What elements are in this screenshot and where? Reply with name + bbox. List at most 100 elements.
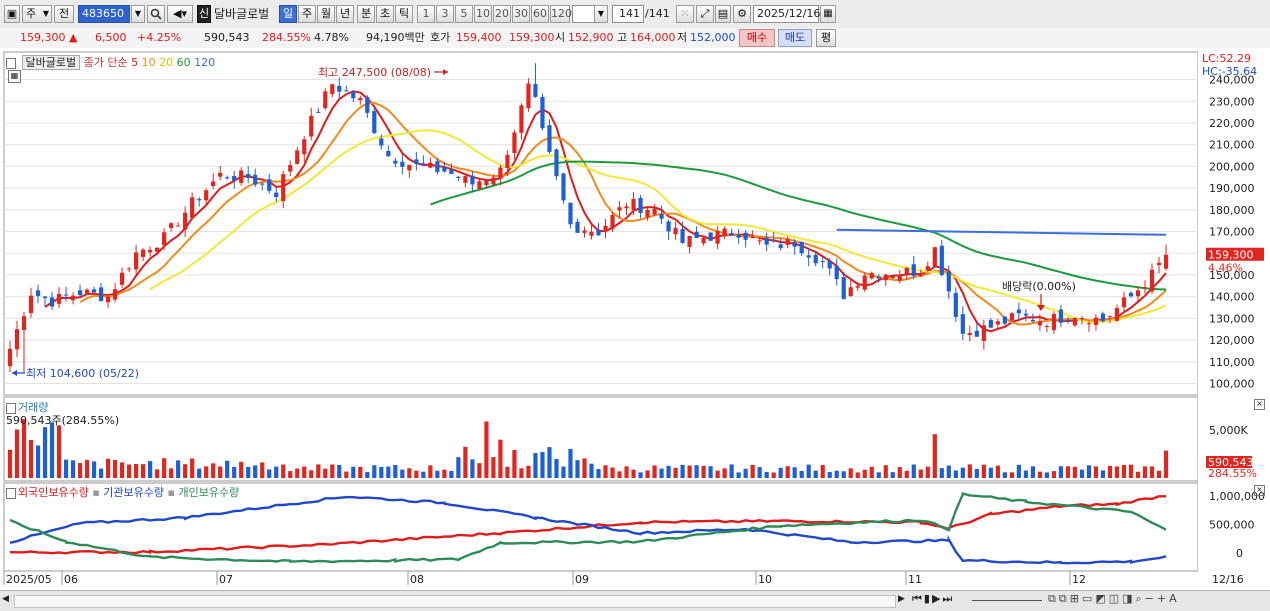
tab-minute[interactable]: 분 <box>357 5 375 23</box>
volume-bar <box>211 463 216 478</box>
grid-icon[interactable]: ⁙ <box>676 5 694 23</box>
ma10-legend[interactable]: 10 <box>142 56 156 69</box>
bottom-scrollbar[interactable]: ◀ ▶ ⏮▮▶⏭ ⧉⧉⊞▭◩◫◨⌕−+A <box>0 590 1270 611</box>
buy-button[interactable]: 매수 <box>739 29 775 47</box>
scroll-right-icon[interactable]: ▶ <box>898 594 905 604</box>
volume-bar <box>295 468 300 478</box>
interval-30[interactable]: 30 <box>512 5 530 23</box>
candle-up <box>141 249 146 257</box>
search-icon[interactable] <box>147 5 165 23</box>
count-input[interactable]: 141 <box>612 5 644 23</box>
candle-down <box>806 255 811 258</box>
tab-year[interactable]: 년 <box>336 5 354 23</box>
candle-down <box>260 183 265 185</box>
tab-month[interactable]: 월 <box>317 5 335 23</box>
tab-tick[interactable]: 틱 <box>395 5 413 23</box>
scroll-left-icon[interactable]: ◀ <box>2 594 9 604</box>
interval-10[interactable]: 10 <box>474 5 492 23</box>
candle-up <box>932 247 937 267</box>
candle-up <box>239 170 244 183</box>
candle-down <box>1030 319 1035 322</box>
save-icon[interactable]: ▤ <box>715 5 731 23</box>
volume-bar <box>1093 466 1099 478</box>
volume-bar <box>575 460 580 478</box>
volume-bar <box>603 465 608 478</box>
price-legend: 달바글로벌 종가 단순 5 10 20 60 120 <box>6 54 215 70</box>
gear-icon[interactable]: ⚙ <box>733 5 751 23</box>
holdings-panel-menu-icon[interactable] <box>6 487 16 499</box>
candle-down <box>456 176 461 179</box>
volume-bar <box>393 465 398 478</box>
period-select[interactable]: 주 ▼ <box>22 5 52 23</box>
volume-bar <box>1058 466 1064 478</box>
volume-close-icon[interactable]: × <box>1254 399 1265 410</box>
interval-dropdown-icon[interactable]: ▼ <box>594 5 608 23</box>
volume-bar <box>260 462 265 478</box>
view-tools[interactable]: ⧉⧉⊞▭◩◫◨⌕−+A <box>1048 592 1180 606</box>
volume-bar <box>1107 465 1113 478</box>
candle-down <box>470 175 475 185</box>
panel-menu-icon[interactable] <box>6 57 16 69</box>
interval-60[interactable]: 60 <box>531 5 549 23</box>
institution-legend[interactable]: 기관보유수량 <box>103 486 164 499</box>
candle-down <box>1016 309 1021 314</box>
volume-bar <box>519 468 524 478</box>
low-label: 저 <box>677 31 688 44</box>
candle-up <box>491 177 496 185</box>
volume-bar <box>659 468 664 478</box>
volume-bar <box>981 464 986 478</box>
candle-down <box>421 163 426 166</box>
candle-down <box>197 199 202 201</box>
volume-bar <box>722 468 727 478</box>
zoom-track[interactable] <box>972 600 1042 601</box>
interval-20[interactable]: 20 <box>493 5 511 23</box>
scroll-track[interactable] <box>14 595 896 608</box>
volume-bar <box>176 460 181 478</box>
layout-icon[interactable]: ▣ <box>4 5 20 23</box>
playback-controls[interactable]: ⏮▮▶⏭ <box>912 592 954 606</box>
tab-second[interactable]: 초 <box>376 5 394 23</box>
interval-120[interactable]: 120 <box>550 5 572 23</box>
eval-button[interactable]: 평 <box>816 29 836 47</box>
candle-down <box>1100 313 1106 322</box>
ma60-legend[interactable]: 60 <box>177 56 191 69</box>
candle-up <box>1093 317 1099 325</box>
tab-day[interactable]: 일 <box>279 5 297 23</box>
foreign-legend[interactable]: 외국인보유수량 <box>18 486 89 499</box>
candle-up <box>995 321 1000 325</box>
interval-1[interactable]: 1 <box>417 5 435 23</box>
volume-bar <box>105 458 111 478</box>
ma5-legend[interactable]: 5 <box>131 56 138 69</box>
volume-bar <box>56 425 62 478</box>
volume-bar <box>820 465 825 478</box>
candle-down <box>435 161 440 172</box>
candle-up <box>70 295 76 301</box>
stock-code-input[interactable]: 483650 <box>78 5 130 23</box>
candle-up <box>610 214 615 229</box>
code-dropdown-icon[interactable]: ▼ <box>131 5 145 23</box>
prev-button[interactable]: 전 <box>54 5 74 23</box>
volume-bar <box>1121 464 1127 478</box>
sell-button[interactable]: 매도 <box>778 29 812 47</box>
calendar-icon[interactable]: ▦ <box>820 5 836 23</box>
x-tick-label: 07 <box>219 573 233 586</box>
date-input[interactable]: 2025/12/16 <box>753 5 820 23</box>
candle-down <box>267 179 272 191</box>
expand-icon[interactable]: ⤢ <box>696 5 714 23</box>
tab-week[interactable]: 주 <box>298 5 316 23</box>
ma120-legend[interactable]: 120 <box>194 56 215 69</box>
speaker-icon[interactable]: ◀︎▾ <box>167 5 193 23</box>
candle-down <box>827 260 832 269</box>
individual-legend[interactable]: 개인보유수량 <box>178 486 239 499</box>
volume-bar <box>1051 471 1057 478</box>
volume-bar <box>862 469 867 478</box>
x-tick-label: 12 <box>1072 573 1086 586</box>
interval-5[interactable]: 5 <box>455 5 473 23</box>
holdings-close-icon[interactable]: × <box>1254 485 1265 496</box>
ma20-legend[interactable]: 20 <box>159 56 173 69</box>
volume-bar <box>358 466 363 478</box>
volume-bar <box>35 445 41 478</box>
interval-3[interactable]: 3 <box>436 5 454 23</box>
chart-canvas[interactable]: 100,000110,000120,000130,000140,000150,0… <box>0 48 1270 590</box>
table-icon[interactable]: ▦ <box>8 70 21 83</box>
